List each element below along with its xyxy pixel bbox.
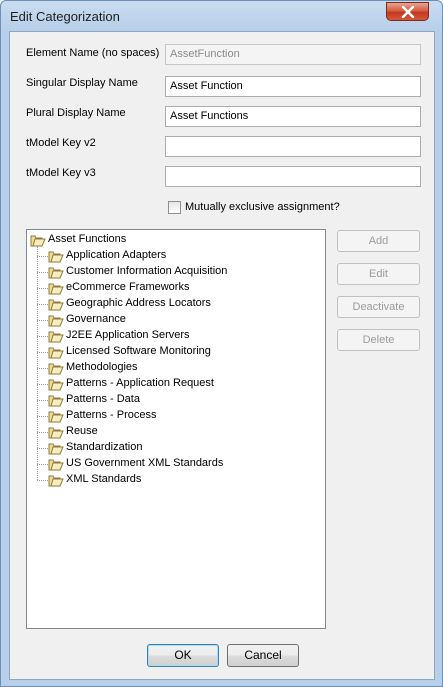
deactivate-button[interactable]: Deactivate — [337, 296, 420, 318]
tree-connector — [37, 352, 48, 353]
folder-icon — [48, 283, 64, 295]
tree-connector — [37, 288, 48, 289]
tree-item-label: Patterns - Data — [66, 393, 140, 405]
folder-icon — [48, 459, 64, 471]
plural-display-name-label: Plural Display Name — [26, 107, 126, 119]
tree-connector — [37, 480, 48, 481]
tree-connector — [37, 400, 48, 401]
folder-icon — [48, 347, 64, 359]
folder-icon — [48, 315, 64, 327]
dialog-content: Element Name (no spaces) AssetFunction S… — [9, 31, 435, 680]
ok-button[interactable]: OK — [147, 644, 219, 667]
tree-item-label: Governance — [66, 313, 126, 325]
tree-connector — [37, 384, 48, 385]
folder-icon — [48, 299, 64, 311]
singular-display-name-label: Singular Display Name — [26, 77, 138, 89]
tree-item-label: Patterns - Application Request — [66, 377, 214, 389]
folder-icon — [30, 235, 46, 247]
folder-icon — [48, 427, 64, 439]
dialog-window: Edit Categorization Element Name (no spa… — [0, 0, 443, 687]
tree-item-label: Reuse — [66, 425, 98, 437]
tmodel-key-v2-label: tModel Key v2 — [26, 137, 96, 149]
singular-display-name-field[interactable]: Asset Function — [165, 76, 421, 97]
tree-item-label: Customer Information Acquisition — [66, 265, 228, 277]
element-name-label: Element Name (no spaces) — [26, 47, 160, 59]
folder-icon — [48, 379, 64, 391]
folder-icon — [48, 331, 64, 343]
tree-connector — [37, 464, 48, 465]
folder-icon — [48, 251, 64, 263]
delete-button[interactable]: Delete — [337, 329, 420, 351]
tree-connector — [37, 336, 48, 337]
element-name-field: AssetFunction — [165, 44, 421, 65]
tree-item-label: J2EE Application Servers — [66, 329, 190, 341]
title-bar[interactable]: Edit Categorization — [1, 1, 442, 31]
folder-icon — [48, 443, 64, 455]
tree-connector — [37, 448, 48, 449]
tree-connector — [37, 416, 48, 417]
tree-item-label: Licensed Software Monitoring — [66, 345, 211, 357]
close-button[interactable] — [386, 2, 429, 21]
tree-item-label: Geographic Address Locators — [66, 297, 211, 309]
tree-item-label: US Government XML Standards — [66, 457, 224, 469]
tree-trunk — [37, 246, 38, 480]
tree-item-label: Patterns - Process — [66, 409, 157, 421]
folder-icon — [48, 475, 64, 487]
folder-icon — [48, 395, 64, 407]
mutually-exclusive-label: Mutually exclusive assignment? — [185, 201, 340, 213]
window-title: Edit Categorization — [10, 9, 120, 24]
add-button[interactable]: Add — [337, 230, 420, 252]
tree-connector — [37, 256, 48, 257]
folder-icon — [48, 363, 64, 375]
tree-connector — [37, 368, 48, 369]
tree-item-label: eCommerce Frameworks — [66, 281, 190, 293]
tree-root-label: Asset Functions — [48, 233, 127, 245]
close-icon — [401, 6, 415, 18]
tmodel-key-v3-field[interactable] — [165, 166, 421, 187]
tree-connector — [37, 304, 48, 305]
tree-connector — [37, 432, 48, 433]
tree-item-label: Standardization — [66, 441, 143, 453]
tmodel-key-v3-label: tModel Key v3 — [26, 167, 96, 179]
folder-icon — [48, 267, 64, 279]
categories-tree[interactable]: Asset Functions Application Adapters Cust… — [26, 229, 326, 629]
cancel-button[interactable]: Cancel — [227, 644, 299, 667]
edit-button[interactable]: Edit — [337, 263, 420, 285]
tree-item-label: XML Standards — [66, 473, 142, 485]
plural-display-name-field[interactable]: Asset Functions — [165, 106, 421, 127]
tmodel-key-v2-field[interactable] — [165, 136, 421, 157]
folder-icon — [48, 411, 64, 423]
tree-connector — [37, 320, 48, 321]
tree-item-label: Methodologies — [66, 361, 138, 373]
mutually-exclusive-checkbox[interactable] — [168, 201, 181, 214]
tree-connector — [37, 272, 48, 273]
tree-item-label: Application Adapters — [66, 249, 167, 261]
